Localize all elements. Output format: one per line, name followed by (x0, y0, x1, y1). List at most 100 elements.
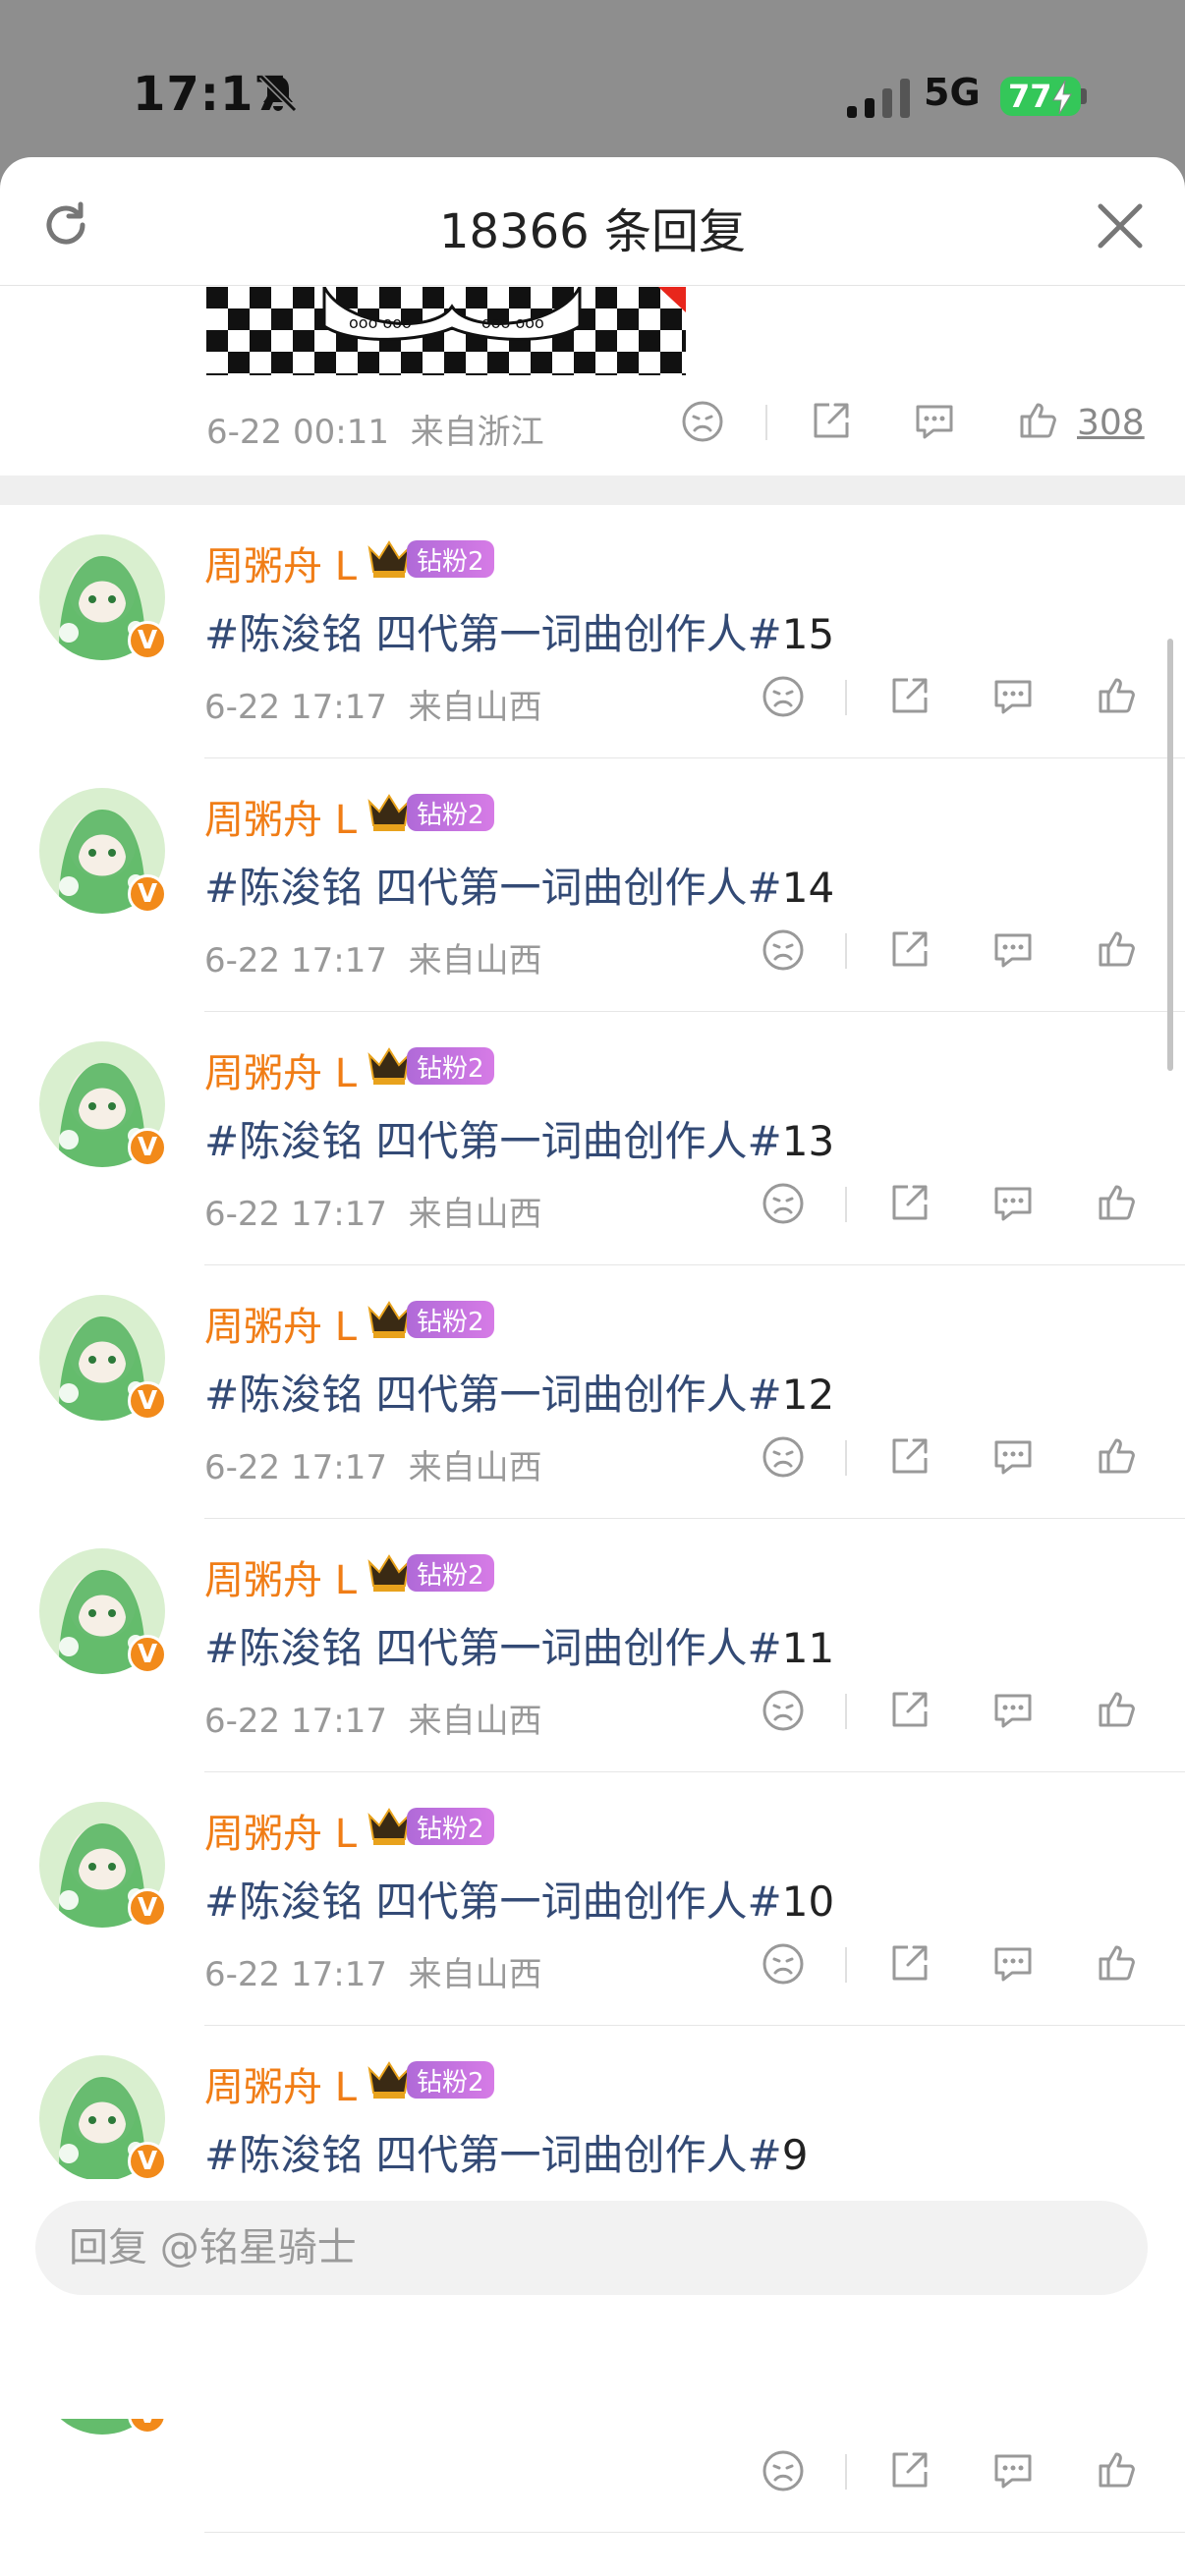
status-bar: 17:17 5G 77 (0, 0, 1185, 162)
section-divider (0, 476, 1185, 505)
comment-meta: 6-22 17:17 来自山西 (204, 1947, 542, 1995)
action-divider (845, 1694, 847, 1729)
share-icon[interactable] (888, 2448, 931, 2492)
topic-hashtag[interactable]: #陈浚铭 四代第一词曲创作人# (204, 1877, 782, 1926)
comment-icon[interactable] (990, 674, 1036, 719)
crown-icon (367, 1808, 411, 1845)
comment-meta: 6-22 17:17 来自山西 (204, 933, 542, 981)
comment-location: 来自山西 (408, 1195, 542, 1234)
reply-bar (0, 2179, 1185, 2419)
dislike-face-icon[interactable] (761, 1688, 806, 1733)
comment-row[interactable]: V 周粥舟 L 钻粉2 #陈浚铭 四代第一词曲创作人#12 6-22 17:17… (0, 1265, 1185, 1519)
comment-number: 11 (781, 1624, 835, 1672)
comment-icon[interactable] (990, 1181, 1036, 1226)
comment-text: #陈浚铭 四代第一词曲创作人#13 (204, 1108, 834, 1168)
crown-icon (367, 1301, 411, 1338)
comment-time: 6-22 17:17 (204, 1195, 387, 1234)
share-icon[interactable] (888, 1688, 931, 1731)
close-icon[interactable] (1093, 198, 1148, 253)
share-icon[interactable] (888, 1434, 931, 1478)
share-icon[interactable] (810, 399, 853, 442)
dislike-face-icon[interactable] (761, 1941, 806, 1987)
comment-text: #陈浚铭 四代第一词曲创作人#15 (204, 601, 834, 661)
comment-row[interactable]: V 周粥舟 L 钻粉2 #陈浚铭 四代第一词曲创作人#14 6-22 17:17… (0, 758, 1185, 1012)
reply-input[interactable] (35, 2201, 1148, 2295)
scrollbar[interactable] (1167, 639, 1173, 1071)
crown-icon (367, 2061, 411, 2099)
comment-text: #陈浚铭 四代第一词曲创作人#12 (204, 1362, 834, 1422)
comment-icon[interactable] (990, 1941, 1036, 1987)
dislike-face-icon[interactable] (680, 399, 725, 444)
share-icon[interactable] (888, 927, 931, 971)
comment-row[interactable]: V 周粥舟 L 钻粉2 #陈浚铭 四代第一词曲创作人#11 6-22 17:17… (0, 1519, 1185, 1772)
row-divider (204, 2532, 1185, 2533)
like-icon[interactable] (1095, 1939, 1140, 1985)
action-divider (845, 933, 847, 969)
comment-location: 来自山西 (408, 1448, 542, 1487)
comment-icon[interactable] (990, 1688, 1036, 1733)
username[interactable]: 周粥舟 L (204, 1802, 357, 1859)
comment-row[interactable]: V 周粥舟 L 钻粉2 #陈浚铭 四代第一词曲创作人#13 6-22 17:17… (0, 1012, 1185, 1265)
comment-text: #陈浚铭 四代第一词曲创作人#14 (204, 855, 834, 915)
comment-meta: 6-22 17:17 来自山西 (204, 1187, 542, 1235)
bell-muted-icon (258, 74, 298, 113)
dislike-face-icon[interactable] (761, 1434, 806, 1480)
username[interactable]: 周粥舟 L (204, 788, 357, 845)
comment-number: 14 (781, 864, 835, 912)
comment-meta (204, 2454, 215, 2493)
svg-text:ooo ooo: ooo ooo (481, 313, 544, 332)
fan-level-badge: 钻粉2 (407, 540, 494, 578)
top-comment-time: 6-22 00:11 (206, 413, 389, 452)
topic-hashtag[interactable]: #陈浚铭 四代第一词曲创作人# (204, 610, 782, 658)
comment-number: 15 (781, 610, 835, 658)
comment-image[interactable]: ooo ooo ooo ooo (206, 287, 686, 375)
fan-level-badge: 钻粉2 (407, 2061, 494, 2099)
comment-icon[interactable] (990, 1434, 1036, 1480)
username[interactable]: 周粥舟 L (204, 534, 357, 591)
share-icon[interactable] (888, 674, 931, 717)
verified-badge-icon: V (128, 1381, 167, 1421)
comment-number: 12 (781, 1371, 835, 1419)
verified-badge-icon: V (128, 1888, 167, 1928)
username[interactable]: 周粥舟 L (204, 1295, 357, 1352)
share-icon[interactable] (888, 1941, 931, 1985)
topic-hashtag[interactable]: #陈浚铭 四代第一词曲创作人# (204, 1624, 782, 1672)
topic-hashtag[interactable]: #陈浚铭 四代第一词曲创作人# (204, 1371, 782, 1419)
crown-icon (367, 794, 411, 831)
sheet-header: 18366 条回复 (0, 157, 1185, 286)
like-icon[interactable] (1095, 1686, 1140, 1731)
comment-icon[interactable] (990, 927, 1036, 973)
comment-row[interactable]: V 周粥舟 L 钻粉2 #陈浚铭 四代第一词曲创作人#15 6-22 17:17… (0, 505, 1185, 758)
share-icon[interactable] (888, 1181, 931, 1224)
like-count[interactable]: 308 (1077, 403, 1145, 443)
like-icon[interactable] (1095, 672, 1140, 717)
topic-hashtag[interactable]: #陈浚铭 四代第一词曲创作人# (204, 864, 782, 912)
network-type: 5G (924, 71, 981, 114)
username[interactable]: 周粥舟 L (204, 1041, 357, 1098)
like-icon[interactable] (1095, 2446, 1140, 2492)
like-icon[interactable] (1095, 1179, 1140, 1224)
comment-number: 9 (781, 2131, 809, 2179)
comment-location: 来自山西 (408, 941, 542, 980)
comment-row[interactable]: V 周粥舟 L 钻粉2 #陈浚铭 四代第一词曲创作人#10 6-22 17:17… (0, 1772, 1185, 2026)
comment-icon[interactable] (912, 399, 957, 444)
action-divider (845, 1187, 847, 1222)
like-icon[interactable] (1016, 397, 1061, 442)
comment-time: 6-22 17:17 (204, 1702, 387, 1741)
dislike-face-icon[interactable] (761, 1181, 806, 1226)
comment-text: #陈浚铭 四代第一词曲创作人#9 (204, 2122, 808, 2182)
comment-meta: 6-22 17:17 来自山西 (204, 1440, 542, 1488)
username[interactable]: 周粥舟 L (204, 2055, 357, 2112)
verified-badge-icon: V (128, 1635, 167, 1674)
username[interactable]: 周粥舟 L (204, 1548, 357, 1605)
dislike-face-icon[interactable] (761, 2448, 806, 2493)
comment-icon[interactable] (990, 2448, 1036, 2493)
dislike-face-icon[interactable] (761, 674, 806, 719)
dislike-face-icon[interactable] (761, 927, 806, 973)
like-icon[interactable] (1095, 1432, 1140, 1478)
action-divider (845, 1440, 847, 1476)
topic-hashtag[interactable]: #陈浚铭 四代第一词曲创作人# (204, 2131, 782, 2179)
topic-hashtag[interactable]: #陈浚铭 四代第一词曲创作人# (204, 1117, 782, 1165)
cellular-signal-icon (847, 79, 910, 118)
like-icon[interactable] (1095, 925, 1140, 971)
